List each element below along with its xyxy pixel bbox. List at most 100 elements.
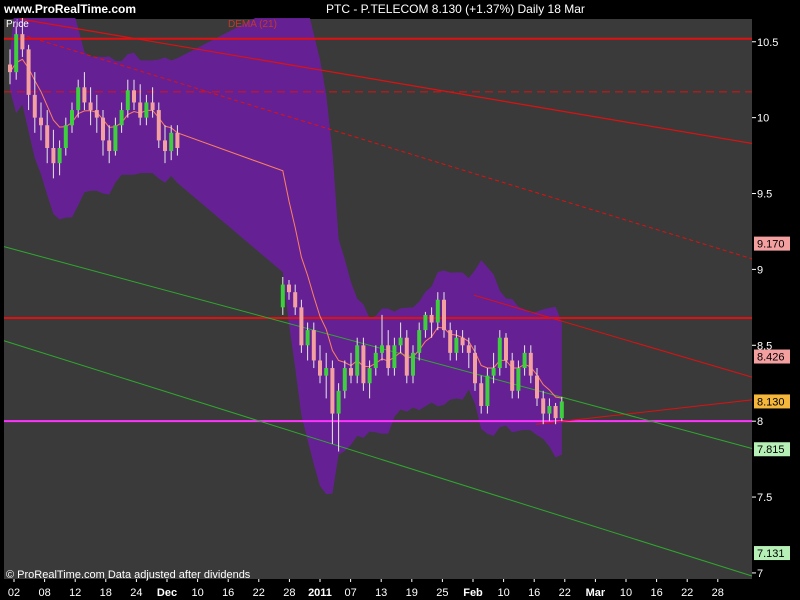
x-tick-label: 07 xyxy=(344,587,356,599)
candle-body xyxy=(448,330,453,353)
candle-body xyxy=(361,345,366,384)
candle-body xyxy=(355,345,360,376)
candle-body xyxy=(559,401,564,419)
x-tick-label: 16 xyxy=(222,587,234,599)
candle-body xyxy=(76,87,81,111)
candle-body xyxy=(442,299,446,331)
candle-body xyxy=(336,390,341,414)
candle-body xyxy=(175,132,180,148)
candle-body xyxy=(63,125,68,148)
candle-body xyxy=(318,360,322,376)
candle-body xyxy=(510,360,515,391)
candle-body xyxy=(20,34,25,50)
site-name[interactable]: www.ProRealTime.com xyxy=(4,2,136,16)
candle-body xyxy=(156,110,161,141)
candle-body xyxy=(51,147,56,164)
x-tick-label: 18 xyxy=(100,587,112,599)
price-label-text: 8.426 xyxy=(757,352,785,364)
candle-body xyxy=(398,337,403,346)
x-tick-label: 22 xyxy=(253,587,265,599)
legend-dema: DEMA (21) xyxy=(228,19,277,30)
candle-body xyxy=(94,110,99,118)
candle-body xyxy=(287,284,291,293)
candle-body xyxy=(138,102,143,118)
candle-body xyxy=(479,383,484,406)
price-label-text: 7.815 xyxy=(757,444,785,456)
candle-body xyxy=(144,102,149,118)
candle-body xyxy=(107,140,112,152)
candle-body xyxy=(380,345,384,353)
candle-body xyxy=(293,292,298,308)
x-tick-label: 13 xyxy=(375,587,387,599)
y-tick-label: 9.5 xyxy=(757,189,772,201)
price-label-text: 8.130 xyxy=(757,396,785,408)
x-tick-label: Feb xyxy=(463,587,483,599)
candle-body xyxy=(163,140,167,152)
x-tick-label: 12 xyxy=(69,587,81,599)
candle-body xyxy=(473,352,477,384)
x-tick-label: 24 xyxy=(130,587,142,599)
candle-body xyxy=(516,368,521,391)
candle-body xyxy=(330,368,335,414)
price-label-text: 7.131 xyxy=(757,548,785,560)
price-label-text: 9.170 xyxy=(757,239,785,251)
x-tick-label: 10 xyxy=(497,587,509,599)
chart-area: 02 08 12 18 24 Dec 10 16 22 28 2011 07 13 19 25 Feb 10 16… xyxy=(0,0,800,600)
y-tick-label: 7.5 xyxy=(757,492,772,504)
x-tick-label: 22 xyxy=(559,587,571,599)
candle-body xyxy=(392,345,397,369)
candle-body xyxy=(460,337,465,346)
candle-body xyxy=(14,34,19,73)
candle-body xyxy=(497,337,502,369)
candle-body xyxy=(528,352,533,376)
candle-body xyxy=(411,352,415,376)
candle-body xyxy=(535,375,539,399)
candle-body xyxy=(26,49,31,95)
candle-body xyxy=(305,330,310,346)
candle-body xyxy=(150,102,155,111)
y-tick-label: 9 xyxy=(757,264,763,276)
y-tick-label: 10 xyxy=(757,113,769,125)
y-tick-label: 7 xyxy=(757,568,763,580)
candle-body xyxy=(547,405,552,414)
candle-body xyxy=(45,125,50,148)
x-tick-label: 28 xyxy=(712,587,724,599)
candle-body xyxy=(429,314,434,323)
candle-body xyxy=(119,110,124,126)
ticker-line: PTC - P.TELECOM 8.130 (+1.37%) Daily 18 … xyxy=(326,2,585,16)
x-tick-label: Mar xyxy=(586,587,606,599)
x-tick-label: 16 xyxy=(650,587,662,599)
candle-body xyxy=(125,90,130,111)
candle-body xyxy=(88,102,93,111)
y-tick-label: 10.5 xyxy=(757,37,778,49)
candle-body xyxy=(132,90,136,103)
candle-body xyxy=(485,375,490,406)
x-tick-label: 22 xyxy=(681,587,693,599)
candle-body xyxy=(82,87,87,103)
candle-body xyxy=(32,94,37,118)
candle-body xyxy=(404,337,409,376)
candle-body xyxy=(367,368,372,384)
x-tick-label: 10 xyxy=(191,587,203,599)
candle-body xyxy=(504,337,508,361)
candle-body xyxy=(299,307,304,346)
footer-note: © ProRealTime.com Data adjusted after di… xyxy=(6,569,251,581)
candle-body xyxy=(373,352,378,369)
x-tick-label: 08 xyxy=(38,587,50,599)
candle-body xyxy=(553,405,558,419)
candle-body xyxy=(454,337,459,353)
candle-body xyxy=(435,299,440,323)
x-tick-label: Dec xyxy=(157,587,177,599)
x-tick-label: 16 xyxy=(528,587,540,599)
y-tick-label: 8 xyxy=(757,416,763,428)
x-tick-label: 2011 xyxy=(308,587,332,599)
candle-body xyxy=(311,330,316,361)
candle-body xyxy=(342,368,347,391)
x-tick-label: 25 xyxy=(436,587,448,599)
candle-body xyxy=(39,117,43,126)
candle-body xyxy=(541,398,546,414)
x-tick-label: 02 xyxy=(8,587,20,599)
candle-body xyxy=(101,117,105,141)
candle-body xyxy=(169,132,174,152)
candle-body xyxy=(324,368,329,376)
